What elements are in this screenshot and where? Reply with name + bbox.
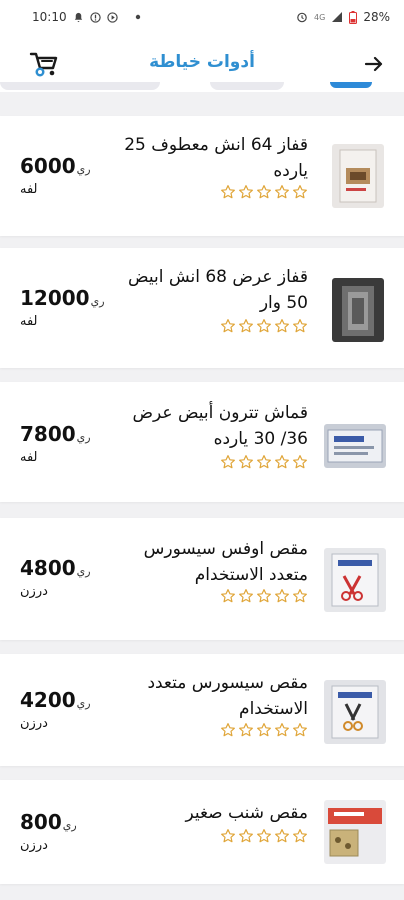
price-value: 800 [20, 810, 62, 834]
price-value: 4800 [20, 556, 76, 580]
star-icon [257, 829, 271, 843]
category-tab[interactable] [0, 82, 160, 90]
price-currency: ري [62, 819, 77, 832]
notification-bell-icon [74, 12, 82, 22]
product-card[interactable]: مقص سيسورس متعدد الاستخدام ري4200 درزن [0, 654, 404, 766]
product-card[interactable]: مقص شنب صغير ري800 درزن [0, 780, 404, 884]
alert-icon [89, 11, 101, 23]
media-icon [106, 11, 118, 23]
star-icon [239, 829, 253, 843]
star-icon [221, 723, 235, 737]
product-image [324, 424, 386, 468]
star-icon [293, 319, 307, 333]
star-icon [221, 589, 235, 603]
star-icon [293, 723, 307, 737]
price-currency: ري [76, 163, 91, 176]
battery-icon [349, 10, 358, 24]
status-time: 10:10 [32, 10, 67, 24]
alarm-icon [297, 12, 307, 23]
product-price: ري12000 [20, 286, 105, 310]
price-currency: ري [90, 295, 105, 308]
product-card[interactable]: قماش تترون أبيض عرض 36/ 30 يارده ري7800 … [0, 382, 404, 502]
star-icon [275, 829, 289, 843]
star-icon [275, 319, 289, 333]
rating-stars [220, 454, 308, 470]
rating-stars [220, 828, 308, 844]
product-unit: درزن [20, 838, 48, 853]
star-icon [293, 589, 307, 603]
product-price: ري4200 [20, 688, 91, 712]
product-name: مقص اوفس سيسورس متعدد الاستخدام [143, 539, 308, 585]
star-icon [257, 723, 271, 737]
category-tab[interactable] [210, 82, 284, 90]
star-icon [257, 319, 271, 333]
price-value: 7800 [20, 422, 76, 446]
product-unit: درزن [20, 716, 48, 731]
star-icon [257, 185, 271, 199]
star-icon [239, 319, 253, 333]
price-value: 6000 [20, 154, 76, 178]
price-currency: ري [76, 431, 91, 444]
star-icon [293, 455, 307, 469]
star-icon [275, 723, 289, 737]
star-icon [275, 455, 289, 469]
product-name: قفاز 64 انش معطوف 25 يارده [124, 135, 308, 181]
product-price: ري7800 [20, 422, 91, 446]
category-tab-active-indicator [330, 82, 372, 88]
price-currency: ري [76, 565, 91, 578]
product-card[interactable]: مقص اوفس سيسورس متعدد الاستخدام ري4800 د… [0, 518, 404, 640]
dot-icon [135, 14, 140, 20]
product-unit: لفه [20, 314, 38, 329]
rating-stars [220, 184, 308, 200]
product-name: مقص سيسورس متعدد الاستخدام [147, 673, 308, 719]
back-button[interactable] [362, 52, 386, 76]
product-image [332, 144, 384, 208]
product-unit: لفه [20, 182, 38, 197]
star-icon [239, 455, 253, 469]
product-card[interactable]: قفاز عرض 68 انش ابيض 50 وار ري12000 لفه [0, 248, 404, 368]
product-price: ري6000 [20, 154, 91, 178]
product-price: ري800 [20, 810, 77, 834]
star-icon [275, 185, 289, 199]
star-icon [293, 185, 307, 199]
star-icon [257, 589, 271, 603]
star-icon [221, 455, 235, 469]
product-name: قماش تترون أبيض عرض 36/ 30 يارده [132, 403, 308, 449]
rating-stars [220, 318, 308, 334]
product-image [324, 680, 386, 744]
product-unit: لفه [20, 450, 38, 465]
star-icon [239, 185, 253, 199]
star-icon [221, 185, 235, 199]
star-icon [221, 319, 235, 333]
star-icon [275, 589, 289, 603]
price-currency: ري [76, 697, 91, 710]
rating-stars [220, 588, 308, 604]
star-icon [257, 455, 271, 469]
arrow-right-icon [364, 56, 383, 72]
product-name: مقص شنب صغير [185, 803, 308, 823]
product-image [324, 800, 386, 864]
price-value: 12000 [20, 286, 90, 310]
star-icon [239, 589, 253, 603]
product-name: قفاز عرض 68 انش ابيض 50 وار [128, 267, 308, 313]
star-icon [221, 829, 235, 843]
star-icon [293, 829, 307, 843]
battery-level: 28% [363, 10, 390, 24]
product-image [324, 548, 386, 612]
page-title: أدوات خياطة [149, 52, 255, 72]
product-image [332, 278, 384, 342]
network-type: 4G [314, 12, 326, 22]
category-tabs[interactable] [0, 82, 404, 96]
price-value: 4200 [20, 688, 76, 712]
rating-stars [220, 722, 308, 738]
product-price: ري4800 [20, 556, 91, 580]
status-bar: 10:10 4G 28% [0, 0, 404, 34]
star-icon [239, 723, 253, 737]
product-card[interactable]: قفاز 64 انش معطوف 25 يارده ري6000 لفه [0, 116, 404, 236]
product-unit: درزن [20, 584, 48, 599]
signal-icon [332, 12, 343, 22]
